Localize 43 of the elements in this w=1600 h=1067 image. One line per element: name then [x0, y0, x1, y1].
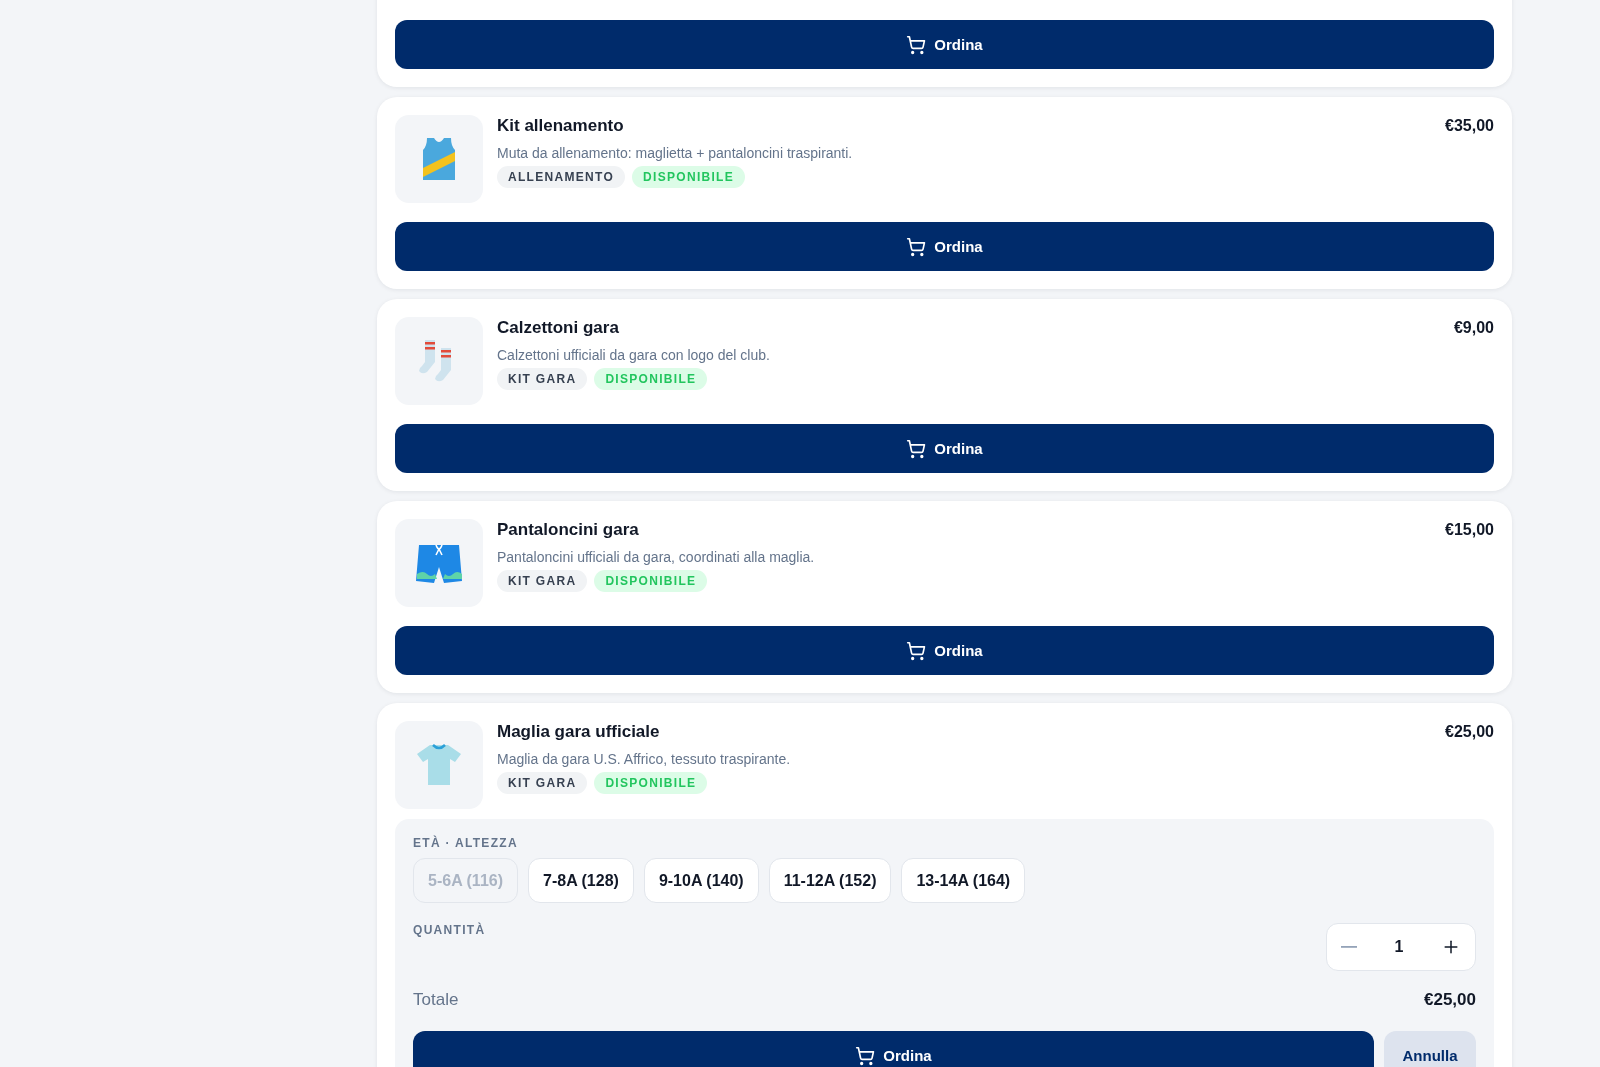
minus-icon [1341, 946, 1357, 948]
product-price: €35,00 [1445, 117, 1494, 135]
cart-icon [906, 236, 927, 257]
cancel-button[interactable]: Annulla [1384, 1031, 1476, 1067]
size-option[interactable]: 9-10A (140) [643, 858, 759, 903]
cart-icon [906, 438, 927, 459]
cart-icon [906, 640, 927, 661]
status-tag: DISPONIBILE [594, 570, 708, 592]
status-tag: DISPONIBILE [594, 368, 708, 390]
size-option[interactable]: 11-12A (152) [768, 858, 892, 903]
t-shirt-icon [415, 743, 463, 787]
product-description: Pantaloncini ufficiali da gara, coordinati alla maglia. [497, 549, 816, 565]
order-button[interactable]: Ordina [395, 20, 1494, 69]
category-tag: KIT GARA [497, 368, 588, 390]
product-price: €9,00 [1453, 319, 1494, 337]
category-tag: ALLENAMENTO [497, 166, 626, 188]
order-button[interactable]: Ordina [395, 222, 1494, 271]
cart-icon [855, 1045, 876, 1066]
status-tag: DISPONIBILE [632, 166, 746, 188]
tank-top-icon [421, 136, 457, 182]
quantity-label: QUANTITÀ [413, 923, 486, 937]
product-name: Maglia gara ufficiale [497, 722, 660, 742]
total-label: Totale [413, 990, 459, 1010]
size-label: ETÀ · ALTEZZA [413, 836, 519, 850]
status-tag: DISPONIBILE [594, 772, 708, 794]
product-name: Kit allenamento [497, 116, 624, 136]
quantity-value: 1 [1394, 938, 1404, 956]
product-description: Muta da allenamento: maglietta + pantaloncini traspiranti. [497, 145, 854, 161]
product-price: €25,00 [1445, 723, 1494, 741]
product-name: Calzettoni gara [497, 318, 619, 338]
product-name: Pantaloncini gara [497, 520, 639, 540]
cart-icon [906, 34, 927, 55]
order-button[interactable]: Ordina [395, 424, 1494, 473]
size-option[interactable]: 13-14A (164) [901, 858, 1026, 903]
category-tag: KIT GARA [497, 772, 588, 794]
total-value: €25,00 [1424, 990, 1476, 1010]
category-tag: KIT GARA [497, 570, 588, 592]
size-option[interactable]: 7-8A (128) [528, 858, 634, 903]
order-button[interactable]: Ordina [413, 1031, 1374, 1067]
product-price: €15,00 [1445, 521, 1494, 539]
product-description: Maglia da gara U.S. Affrico, tessuto traspirante. [497, 751, 792, 767]
order-button[interactable]: Ordina [395, 626, 1494, 675]
product-description: Calzettoni ufficiali da gara con logo del club. [497, 347, 771, 363]
